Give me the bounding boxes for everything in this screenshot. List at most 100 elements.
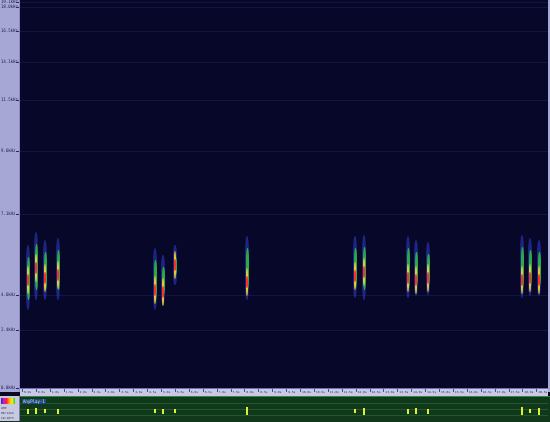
call-energy: [521, 274, 523, 286]
time-tick-mark: [286, 389, 288, 392]
time-tick-mark: [258, 389, 260, 392]
call-energy: [174, 259, 176, 271]
spectrogram-gridline: [20, 214, 548, 215]
spectrogram-gridline: [20, 7, 548, 8]
time-tick-mark: [355, 389, 357, 392]
call-energy: [427, 272, 429, 284]
time-tick-mark: [425, 389, 427, 392]
frequency-tick-mark: [16, 330, 19, 331]
frequency-tick-label: 7.1kHz: [1, 211, 16, 216]
time-tick-mark: [369, 389, 371, 392]
time-tick-label: 17.5s: [510, 390, 520, 394]
frequency-tick-mark: [16, 62, 19, 63]
time-tick-label: 10.0s: [302, 390, 312, 394]
frequency-tick-label: 2.4kHz: [1, 327, 16, 332]
time-tick-label: 15.5s: [454, 390, 464, 394]
time-tick-label: 2.5s: [93, 390, 101, 394]
time-tick-mark: [411, 389, 413, 392]
panel-label-lr: LR:1873: [1, 416, 14, 420]
waveform-gridline: [20, 409, 548, 410]
time-tick-label: 3.5s: [121, 390, 129, 394]
time-tick-label: 18.5s: [538, 390, 548, 394]
time-tick-label: 8.0s: [246, 390, 254, 394]
time-tick-mark: [230, 389, 232, 392]
time-tick-label: 0.0s: [24, 390, 32, 394]
call-energy: [529, 272, 531, 284]
time-tick-mark: [536, 389, 538, 392]
time-tick-mark: [35, 389, 37, 392]
time-tick-label: 7.5s: [232, 390, 240, 394]
waveform-pulse: [363, 407, 365, 415]
time-tick-mark: [244, 389, 246, 392]
spectrogram-gridline: [20, 295, 548, 296]
call-energy: [162, 286, 164, 298]
spectrogram-gridline: [20, 2, 548, 3]
call-energy: [407, 272, 409, 284]
call-energy: [57, 269, 59, 281]
time-tick-mark: [313, 389, 315, 392]
time-tick-label: 13.5s: [399, 390, 409, 394]
time-tick-label: 2.0s: [79, 390, 87, 394]
time-tick-mark: [327, 389, 329, 392]
time-tick-mark: [272, 389, 274, 392]
time-tick-label: 12.0s: [357, 390, 367, 394]
waveform-pulse: [27, 408, 29, 414]
call-energy: [44, 272, 46, 284]
waveform-pulse: [246, 407, 248, 415]
waveform-strip[interactable]: [0, 396, 550, 422]
time-tick-mark: [216, 389, 218, 392]
time-tick-mark: [174, 389, 176, 392]
time-tick-mark: [452, 389, 454, 392]
time-tick-label: 10.5s: [315, 390, 325, 394]
time-tick-label: 5.0s: [163, 390, 171, 394]
waveform-pulse: [154, 409, 156, 413]
waveform-pulse: [521, 407, 523, 415]
spectrogram-gridline: [20, 31, 548, 32]
call-energy: [246, 276, 248, 288]
waveform-pulse: [174, 409, 176, 413]
time-tick-mark: [161, 389, 162, 392]
time-tick-label: 4.5s: [149, 390, 157, 394]
frequency-tick-label: 4.6kHz: [1, 292, 16, 297]
time-tick-label: 11.5s: [343, 390, 353, 394]
time-tick-mark: [508, 389, 510, 392]
time-tick-mark: [397, 389, 399, 392]
time-tick-mark: [63, 389, 65, 392]
waveform-pulse: [427, 408, 429, 414]
frequency-tick-mark: [16, 151, 19, 152]
waveform-pulse: [529, 409, 531, 413]
time-tick-mark: [300, 389, 301, 392]
spectrogram-app: 19.1kHz 18.0kHz 16.5kHz 14.1kHz 11.5kHz 9.6kH…: [0, 0, 550, 422]
time-tick-label: 17.0s: [496, 390, 506, 394]
time-tick-label: 12.5s: [371, 390, 381, 394]
time-tick-label: 11.0s: [329, 390, 339, 394]
call-energy: [354, 270, 356, 282]
time-tick-mark: [341, 389, 343, 392]
time-tick-label: 8.5s: [260, 390, 268, 394]
call-energy: [27, 274, 29, 286]
spectrogram-gridline: [20, 330, 548, 331]
spectrogram-canvas[interactable]: [20, 0, 548, 388]
time-tick-label: 6.5s: [204, 390, 212, 394]
frequency-tick-mark: [16, 2, 19, 3]
time-tick-mark: [188, 389, 190, 392]
time-tick-mark: [22, 389, 23, 392]
call-energy: [363, 266, 365, 278]
waveform-track-name[interactable]: AnyPlay-1: [22, 399, 46, 404]
time-tick-label: 9.0s: [274, 390, 282, 394]
frequency-tick-mark: [16, 388, 19, 389]
call-energy: [154, 284, 156, 296]
spectrogram-gridline: [20, 151, 548, 152]
time-tick-label: 14.5s: [427, 390, 437, 394]
time-tick-label: 15.0s: [441, 390, 451, 394]
time-tick-label: 3.0s: [107, 390, 115, 394]
waveform-gridline: [20, 415, 548, 416]
time-tick-label: 6.0s: [190, 390, 199, 394]
time-tick-mark: [480, 389, 482, 392]
time-tick-label: 9.5s: [288, 390, 296, 394]
call-energy: [415, 274, 417, 286]
frequency-tick-mark: [16, 295, 19, 296]
colorbar-swatch: [1, 398, 15, 404]
frequency-tick-mark: [16, 214, 19, 215]
panel-label-amp: AMP: [1, 406, 7, 410]
